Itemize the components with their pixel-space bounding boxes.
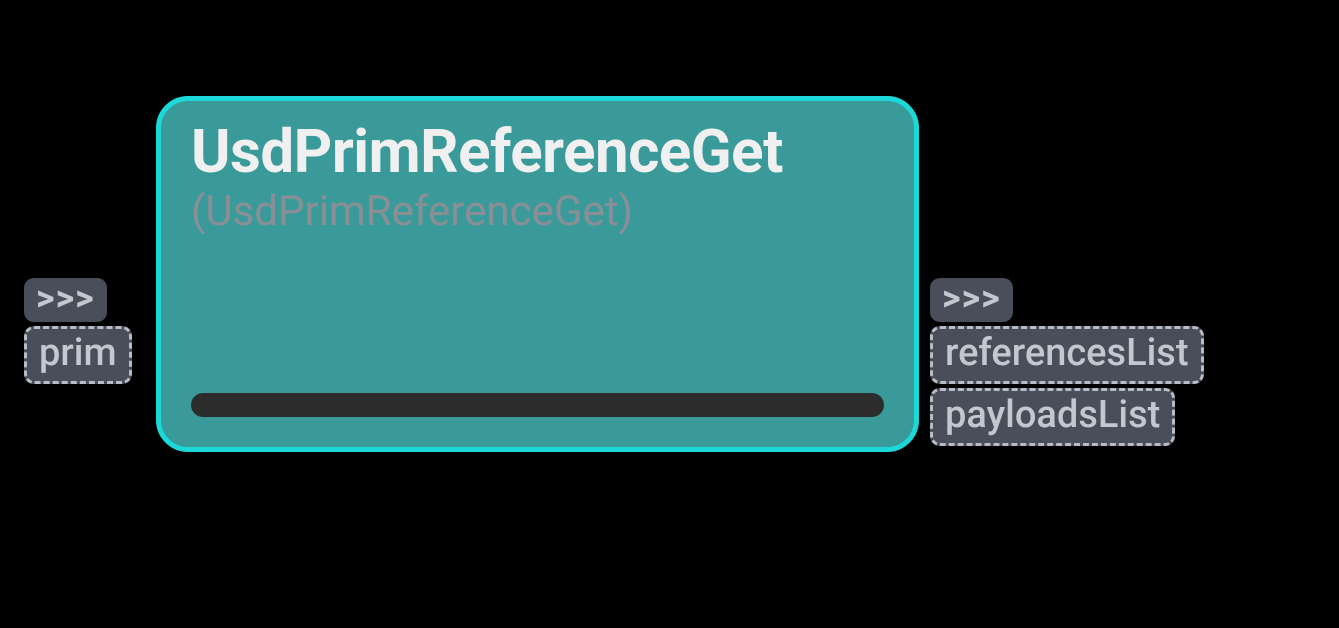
node-subtitle: (UsdPrimReferenceGet) [191, 187, 884, 237]
output-port-payloadslist[interactable]: payloadsList [930, 388, 1175, 446]
input-exec-port[interactable]: >>> [24, 278, 107, 322]
output-exec-port[interactable]: >>> [930, 278, 1013, 322]
node-body-bar [191, 393, 884, 417]
outputs-column: >>> referencesList payloadsList [930, 278, 1204, 446]
node-graph-canvas[interactable]: UsdPrimReferenceGet (UsdPrimReferenceGet… [0, 0, 1339, 628]
inputs-column: >>> prim [24, 278, 132, 384]
node-title: UsdPrimReferenceGet [191, 119, 884, 185]
output-port-referenceslist[interactable]: referencesList [930, 326, 1204, 384]
node-usdprimreferenceget[interactable]: UsdPrimReferenceGet (UsdPrimReferenceGet… [156, 96, 919, 452]
input-port-prim[interactable]: prim [24, 326, 132, 384]
